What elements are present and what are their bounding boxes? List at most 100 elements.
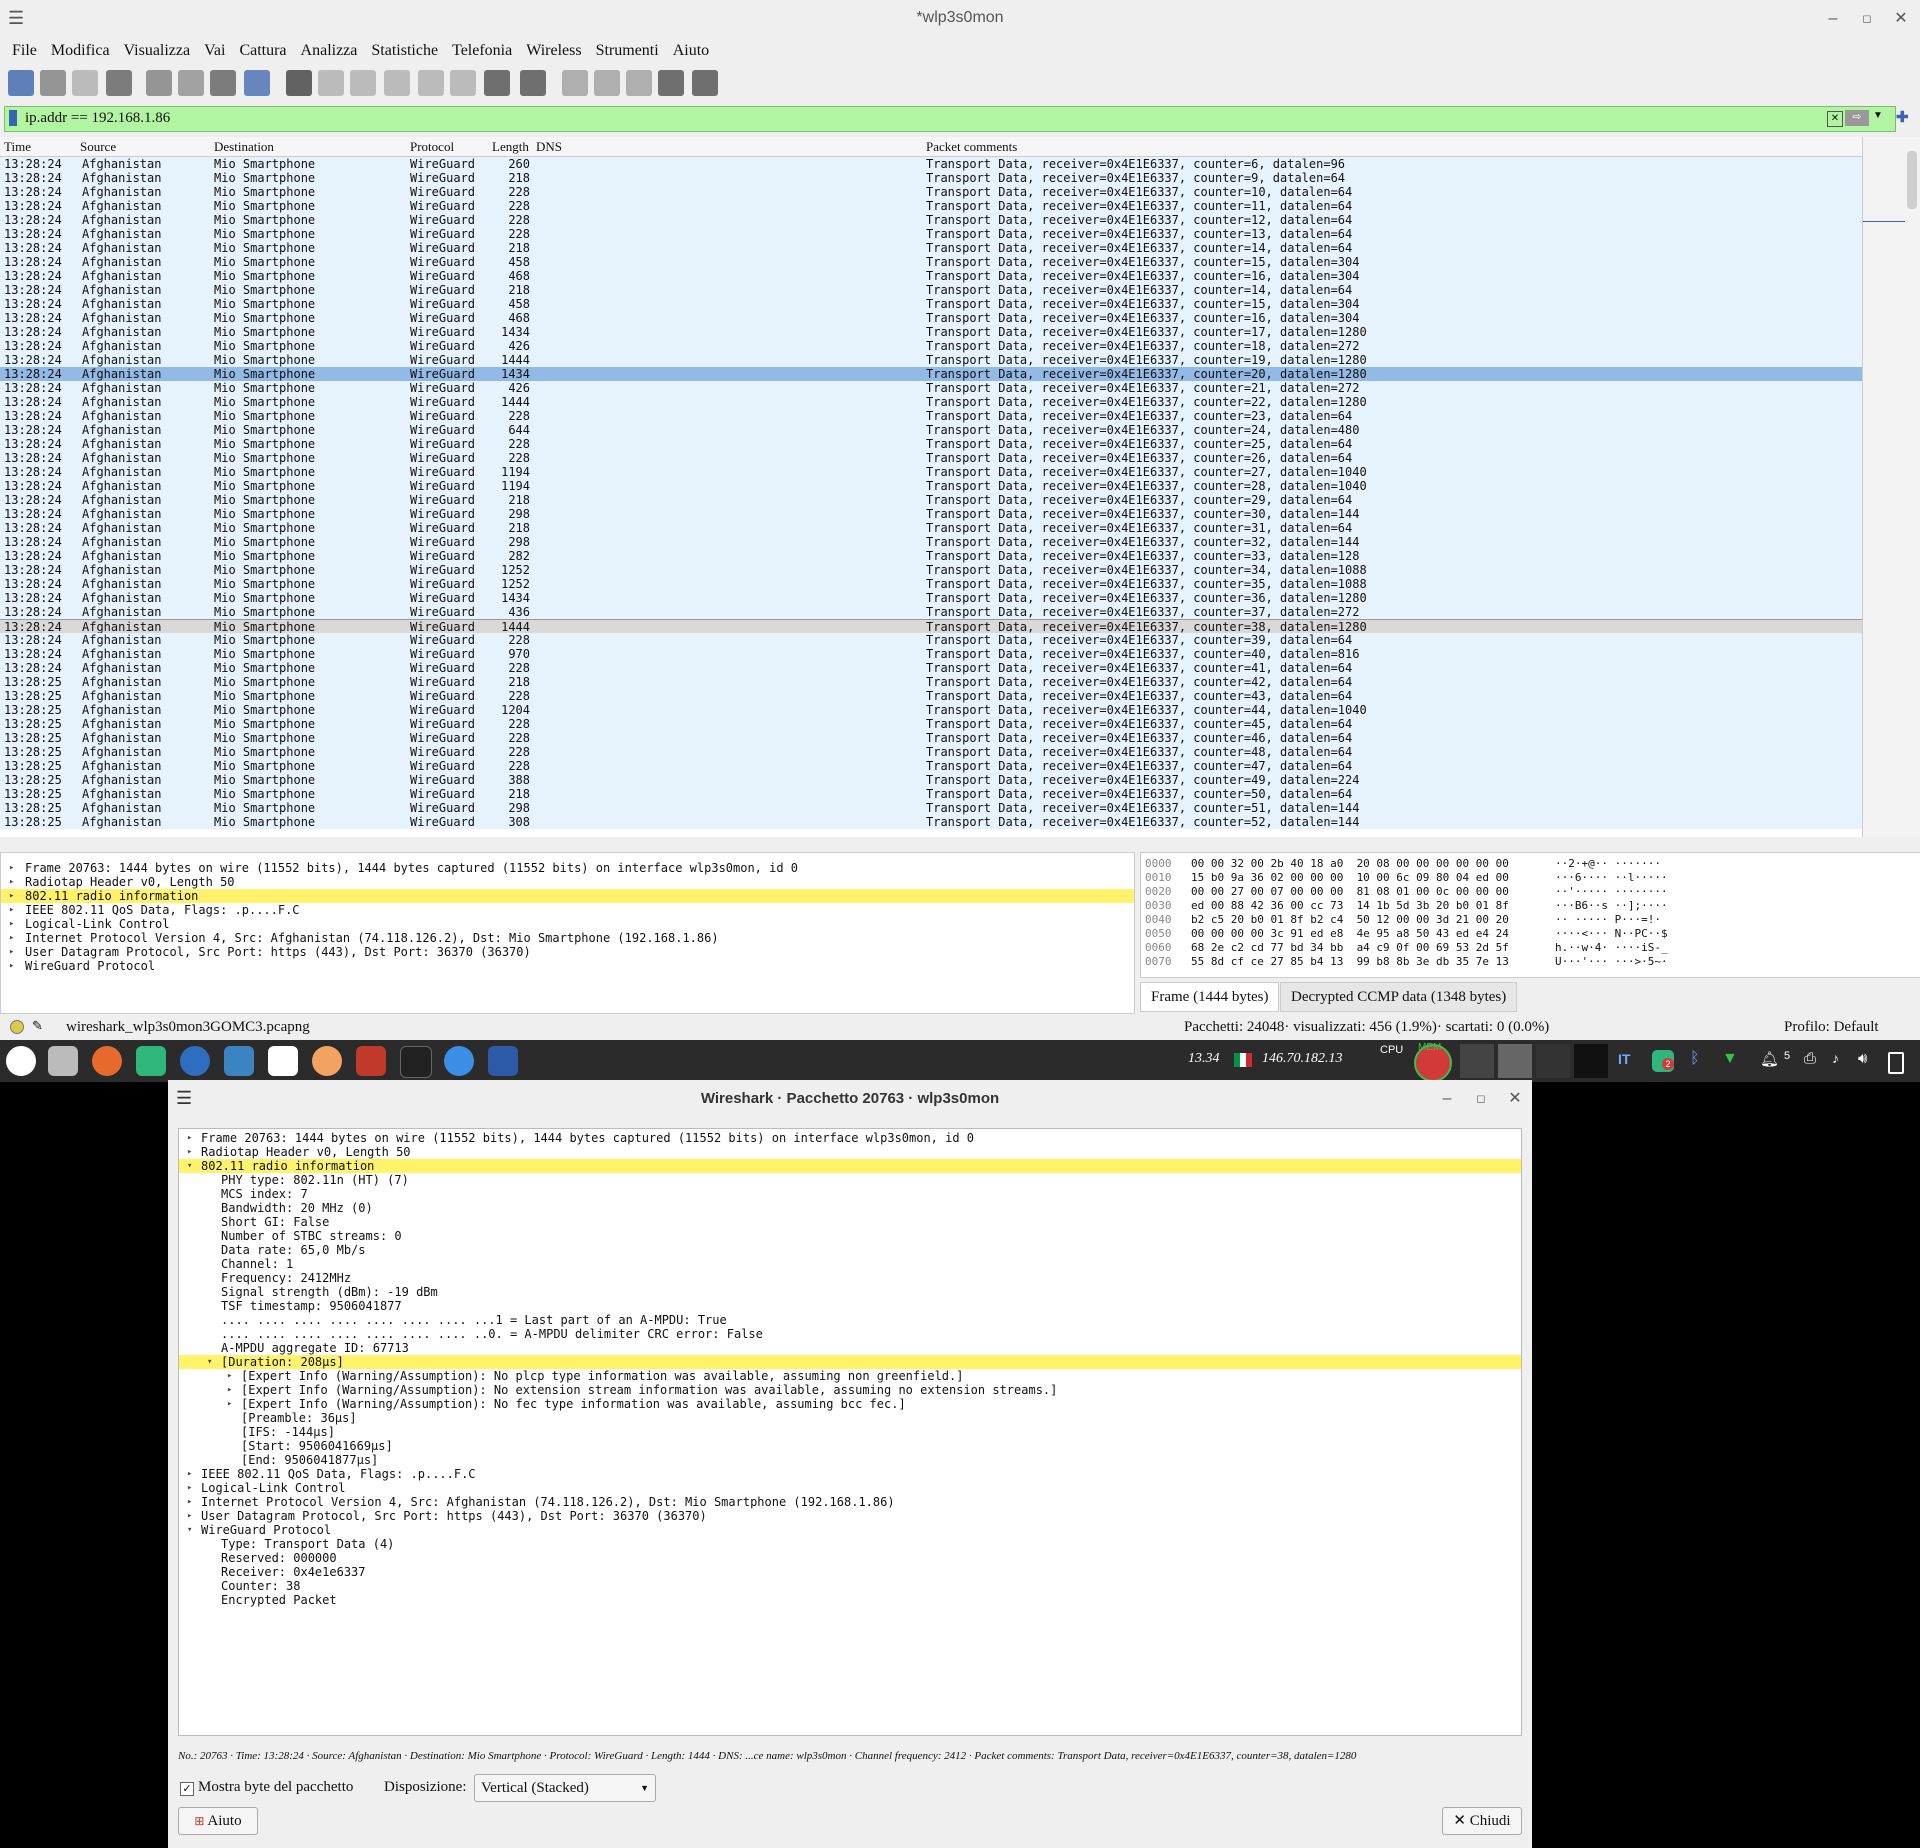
table-row[interactable]: 13:28:24 Afghanistan Mio Smartphone WireGua…: [0, 353, 1862, 367]
hex-ascii[interactable]: ·· ····· P···=!·: [1555, 913, 1668, 927]
table-row[interactable]: 13:28:25 Afghanistan Mio Smartphone WireGua…: [0, 745, 1862, 759]
expand-arrow-icon[interactable]: ▸: [187, 1145, 192, 1159]
table-row[interactable]: 13:28:24 Afghanistan Mio Smartphone WireGua…: [0, 451, 1862, 465]
expand-arrow-icon[interactable]: ▸: [187, 1509, 192, 1523]
minimize-icon[interactable]: –: [1822, 8, 1844, 30]
go-forward-icon[interactable]: [350, 70, 376, 96]
printer-icon[interactable]: ⎙: [1804, 1050, 1816, 1067]
tab-decrypted-bytes[interactable]: Decrypted CCMP data (1348 bytes): [1280, 982, 1518, 1012]
reload-file-icon[interactable]: [244, 70, 270, 96]
table-row[interactable]: 13:28:25 Afghanistan Mio Smartphone WireGua…: [0, 759, 1862, 773]
terminal-icon[interactable]: [400, 1046, 432, 1078]
col-comments[interactable]: Packet comments: [926, 139, 1017, 155]
tree-row[interactable]: ▸ Logical-Link Control: [179, 1481, 1521, 1495]
table-row[interactable]: 13:28:24 Afghanistan Mio Smartphone WireGua…: [0, 185, 1862, 199]
table-row[interactable]: 13:28:25 Afghanistan Mio Smartphone WireGua…: [0, 731, 1862, 745]
expand-arrow-icon[interactable]: ▸: [9, 931, 14, 945]
table-row[interactable]: 13:28:24 Afghanistan Mio Smartphone WireGua…: [0, 325, 1862, 339]
tree-row[interactable]: .... .... .... .... .... .... .... ..0. …: [179, 1327, 1521, 1341]
go-first-icon[interactable]: [418, 70, 444, 96]
hex-bytes[interactable]: 15 b0 9a 36 02 00 00 00 10 00 6c 09 80 0…: [1191, 871, 1509, 885]
tree-row[interactable]: .... .... .... .... .... .... .... ...1 …: [179, 1313, 1521, 1327]
hex-offset[interactable]: 0010: [1145, 871, 1172, 885]
expand-arrow-icon[interactable]: ▸: [227, 1397, 232, 1411]
table-row[interactable]: 13:28:25 Afghanistan Mio Smartphone WireGua…: [0, 675, 1862, 689]
hex-ascii[interactable]: h.··w·4· ····iS-_: [1555, 941, 1668, 955]
cpu-monitor[interactable]: CPU: [1380, 1044, 1403, 1056]
col-protocol[interactable]: Protocol: [410, 139, 454, 155]
hex-ascii[interactable]: ···6···· ··l·····: [1555, 871, 1668, 885]
table-row[interactable]: 13:28:24 Afghanistan Mio Smartphone WireGua…: [0, 437, 1862, 451]
restart-capture-icon[interactable]: [72, 70, 98, 96]
hex-offset[interactable]: 0040: [1145, 913, 1172, 927]
media-app-icon[interactable]: [356, 1046, 386, 1076]
table-row[interactable]: 13:28:25 Afghanistan Mio Smartphone WireGua…: [0, 717, 1862, 731]
tree-row[interactable]: ▾ WireGuard Protocol: [179, 1523, 1521, 1537]
detail-row[interactable]: ▸ 802.11 radio information: [1, 889, 1134, 903]
tree-row[interactable]: PHY type: 802.11n (HT) (7): [179, 1173, 1521, 1187]
expand-arrow-icon[interactable]: ▸: [9, 917, 14, 931]
table-row[interactable]: 13:28:24 Afghanistan Mio Smartphone WireGua…: [0, 227, 1862, 241]
tree-row[interactable]: Bandwidth: 20 MHz (0): [179, 1201, 1521, 1215]
table-row[interactable]: 13:28:24 Afghanistan Mio Smartphone WireGua…: [0, 521, 1862, 535]
table-row[interactable]: 13:28:24 Afghanistan Mio Smartphone WireGua…: [0, 549, 1862, 563]
detail-row[interactable]: ▸ User Datagram Protocol, Src Port: https…: [1, 945, 1134, 959]
tree-row[interactable]: [End: 9506041877µs]: [179, 1453, 1521, 1467]
expand-arrow-icon[interactable]: ▸: [227, 1369, 232, 1383]
tree-row[interactable]: Receiver: 0x4e1e6337: [179, 1565, 1521, 1579]
col-destination[interactable]: Destination: [214, 139, 274, 155]
capture-options-icon[interactable]: [106, 70, 132, 96]
expand-arrow-icon[interactable]: ▸: [187, 1481, 192, 1495]
table-row[interactable]: 13:28:24 Afghanistan Mio Smartphone WireGua…: [0, 479, 1862, 493]
table-row[interactable]: 13:28:24 Afghanistan Mio Smartphone WireGua…: [0, 171, 1862, 185]
zoom-out-icon[interactable]: [594, 70, 620, 96]
hex-ascii[interactable]: ····<··· N··PC··$: [1555, 927, 1668, 941]
close-icon[interactable]: ✕: [1890, 8, 1912, 30]
help-button[interactable]: ⊞ Aiuto: [178, 1807, 258, 1835]
vpn-ip-address[interactable]: 146.70.182.13: [1262, 1051, 1343, 1067]
screenshot-icon[interactable]: [224, 1046, 254, 1076]
tree-row[interactable]: ▾ [Duration: 208µs]: [179, 1355, 1521, 1369]
tree-row[interactable]: MCS index: 7: [179, 1187, 1521, 1201]
table-row[interactable]: 13:28:24 Afghanistan Mio Smartphone WireGua…: [0, 241, 1862, 255]
edit-comment-icon[interactable]: ✎: [32, 1018, 43, 1034]
stop-capture-icon[interactable]: [40, 70, 66, 96]
tree-row[interactable]: [IFS: -144µs]: [179, 1425, 1521, 1439]
expand-arrow-icon[interactable]: ▸: [9, 875, 14, 889]
col-source[interactable]: Source: [80, 139, 116, 155]
tree-row[interactable]: Encrypted Packet: [179, 1593, 1521, 1607]
menu-item-1[interactable]: Modifica: [51, 38, 110, 64]
detail-row[interactable]: ▸ Logical-Link Control: [1, 917, 1134, 931]
add-filter-button-icon[interactable]: ✚: [1896, 108, 1909, 126]
tree-row[interactable]: Signal strength (dBm): -19 dBm: [179, 1285, 1521, 1299]
table-row[interactable]: 13:28:24 Afghanistan Mio Smartphone WireGua…: [0, 297, 1862, 311]
tree-row[interactable]: ▸ Frame 20763: 1444 bytes on wire (11552 …: [179, 1131, 1521, 1145]
minimap-thumb[interactable]: [1863, 157, 1905, 222]
table-row[interactable]: 13:28:24 Afghanistan Mio Smartphone WireGua…: [0, 381, 1862, 395]
volume-icon[interactable]: 🔊︎: [1858, 1050, 1867, 1067]
close-button[interactable]: ✕ Chiudi: [1442, 1807, 1522, 1835]
hex-ascii[interactable]: ··'····· ········: [1555, 885, 1668, 899]
table-row[interactable]: 13:28:25 Afghanistan Mio Smartphone WireGua…: [0, 815, 1862, 829]
table-row[interactable]: 13:28:24 Afghanistan Mio Smartphone WireGua…: [0, 367, 1862, 381]
normal-size-icon[interactable]: [626, 70, 652, 96]
menu-item-7[interactable]: Telefonia: [452, 38, 512, 64]
tree-row[interactable]: Channel: 1: [179, 1257, 1521, 1271]
foot-app-icon[interactable]: [312, 1046, 342, 1076]
expand-arrow-icon[interactable]: ▸: [9, 889, 14, 903]
table-row[interactable]: 13:28:25 Afghanistan Mio Smartphone WireGua…: [0, 689, 1862, 703]
clock[interactable]: 13.34: [1188, 1051, 1220, 1067]
col-length[interactable]: Length: [492, 139, 529, 155]
zoom-in-icon[interactable]: [562, 70, 588, 96]
table-row[interactable]: 13:28:24 Afghanistan Mio Smartphone WireGua…: [0, 591, 1862, 605]
table-row[interactable]: 13:28:25 Afghanistan Mio Smartphone WireGua…: [0, 703, 1862, 717]
detail-row[interactable]: ▸ IEEE 802.11 QoS Data, Flags: .p....F.C: [1, 903, 1134, 917]
hex-offset[interactable]: 0000: [1145, 857, 1172, 871]
find-packet-icon[interactable]: [286, 70, 312, 96]
hex-ascii[interactable]: ···B6··s ··];····: [1555, 899, 1668, 913]
tree-row[interactable]: ▸ Internet Protocol Version 4, Src: Afgha…: [179, 1495, 1521, 1509]
launcher-icon[interactable]: [6, 1046, 36, 1076]
workspace-3[interactable]: [1536, 1044, 1570, 1078]
hex-offset[interactable]: 0060: [1145, 941, 1172, 955]
packet-list-scrollbar[interactable]: [1862, 137, 1920, 837]
